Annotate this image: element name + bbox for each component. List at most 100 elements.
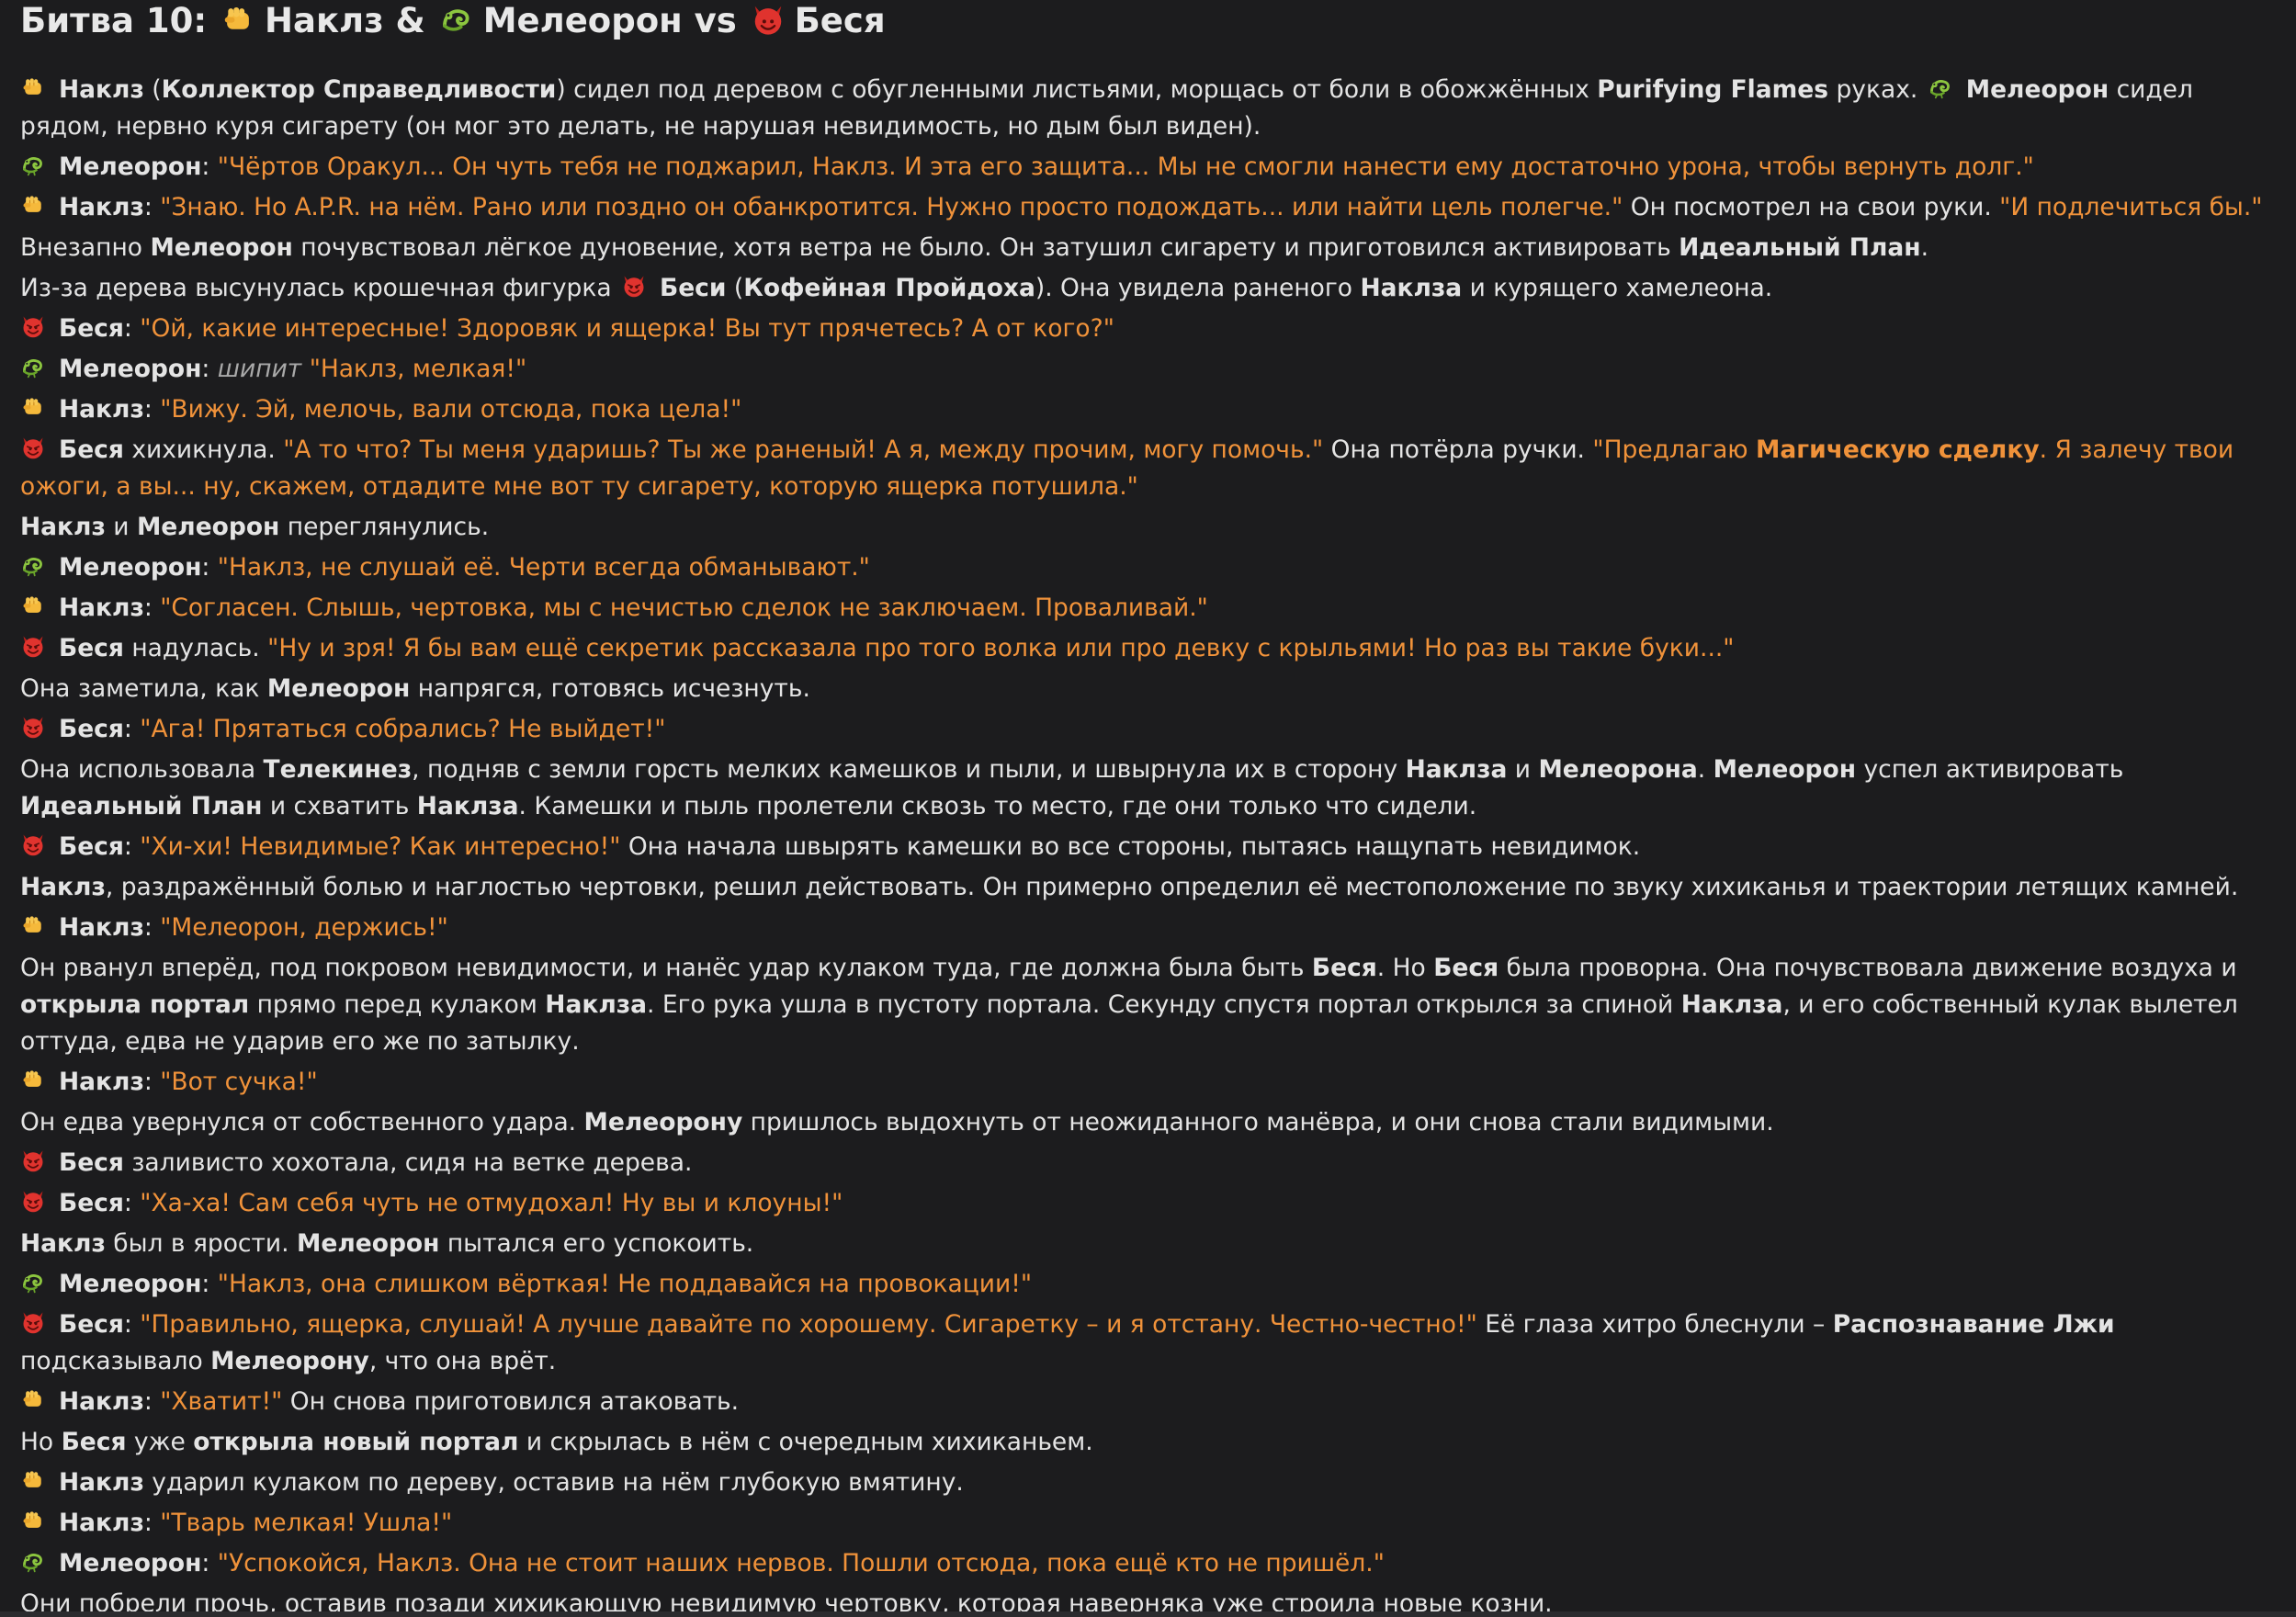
devil-icon [23,437,43,459]
narration-text: напрягся, готовясь исчезнуть. [410,674,810,703]
narration-text: : [143,193,161,221]
narration-text: . Камешки и пыль пролетели сквозь то мес… [518,792,1477,820]
dialogue-quote: "Наклз, она слишком вёрткая! Не поддавай… [217,1270,1033,1298]
bold-term: Магическую сделку [1756,435,2040,464]
dialogue-quote: "Согласен. Слышь, чертовка, мы с нечисть… [160,594,1208,622]
title-prefix: Битва 10: [20,1,220,40]
story-line: Беся: "Правильно, ящерка, слушай! А лучш… [20,1306,2280,1380]
dialogue-quote: "Наклз, не слушай её. Черти всегда обман… [217,553,870,582]
devil-icon [23,636,43,658]
bold-term: Беся [59,1189,124,1217]
bold-term: Мелеорон [59,1270,202,1298]
narration-text: ударил кулаком по дереву, оставив на нём… [143,1468,964,1497]
bold-term: Беся [59,435,124,464]
bold-term: Мелеорону [583,1108,743,1136]
narration-text: : [123,1189,141,1217]
narration-text: : [201,1549,218,1577]
story-line: Беся: "Ой, какие интересные! Здоровяк и … [20,311,2280,347]
fist-icon [23,1471,41,1487]
narration-text: , подняв с земли горсть мелких камешков … [412,755,1406,784]
narration-text: : [123,715,141,743]
narration-text: : [143,1068,161,1096]
story-line: Мелеорон: "Чёртов Оракул... Он чуть тебя… [20,149,2280,186]
bold-term: Коллектор Справедливости [161,75,557,104]
page-title: Битва 10: Наклз & Мелеорон vs Беся [20,0,2280,57]
narration-text: прямо перед кулаком [249,990,546,1019]
bold-term: Беся [1311,954,1377,982]
chameleon-icon [22,558,42,577]
bold-term: Мелеорон [59,153,202,181]
title-combatant-2: Мелеорон vs [482,1,749,40]
bold-term: Наклз [59,1068,144,1096]
narration-text: Она начала швырять камешки во все сторон… [620,832,1641,861]
bold-term: Наклз [59,1387,144,1416]
story-line: Наклз ударил кулаком по дереву, оставив … [20,1464,2280,1501]
bold-term: открыла портал [20,990,250,1019]
devil-icon [23,1312,43,1334]
document: Битва 10: Наклз & Мелеорон vs Беся Наклз [20,0,2280,1617]
dialogue-quote: "Хватит!" [160,1387,283,1416]
bold-term: Мелеорон [266,674,411,703]
dialogue-quote: "Правильно, ящерка, слушай! А лучше дава… [140,1310,1477,1339]
story-line: Беся: "Хи-хи! Невидимые? Как интересно!"… [20,829,2280,865]
narration-text: уже [126,1428,194,1456]
narration-text: . Его рука ушла в пустоту портала. Секун… [647,990,1681,1019]
story-body: Наклз (Коллектор Справедливости) сидел п… [20,72,2280,1617]
story-line: Наклз был в ярости. Мелеорон пытался его… [20,1226,2280,1262]
dialogue-quote: "Ну и зря! Я бы вам ещё секретик рассказ… [267,634,1735,662]
chameleon-icon [442,9,469,31]
narration-text: . Но [1376,954,1434,982]
bold-term: Наклза [416,792,519,820]
story-line: Наклз: "Мелеорон, держись!" [20,910,2280,946]
story-line: Она использовала Телекинез, подняв с зем… [20,752,2280,825]
story-line: Беся хихикнула. "А то что? Ты меня удари… [20,432,2280,505]
fist-icon [23,398,41,414]
bold-term: Наклз [59,193,144,221]
story-line: Наклз и Мелеорон переглянулись. [20,509,2280,546]
narration-text: был в ярости. [105,1229,298,1258]
dialogue-quote: "Мелеорон, держись!" [160,913,448,942]
narration-text: Он рванул вперёд, под покровом невидимос… [20,954,1312,982]
devil-icon [23,316,43,338]
narration-text: и схватить [262,792,417,820]
story-line: Мелеорон: шипит "Наклз, мелкая!" [20,351,2280,388]
bold-term: Наклз [20,873,106,901]
bold-term: Беся [59,314,124,343]
dialogue-quote: "Ха-ха! Сам себя чуть не отмудохал! Ну в… [140,1189,843,1217]
story-line: Она заметила, как Мелеорон напрягся, гот… [20,671,2280,707]
story-line: Наклз: "Знаю. Но A.P.R. на нём. Рано или… [20,189,2280,226]
bold-term: Беся [1433,954,1499,982]
story-line: Он едва увернулся от собственного удара.… [20,1104,2280,1141]
bold-term: Наклз [59,913,144,942]
fist-icon [23,78,41,95]
story-line: Внезапно Мелеорон почувствовал лёгкое ду… [20,230,2280,266]
bold-term: Беси [660,274,727,302]
chameleon-icon [22,359,42,379]
devil-icon [23,717,43,739]
fist-icon [23,196,41,212]
horizontal-scrollbar[interactable] [0,1611,2296,1617]
story-line: Наклз: "Согласен. Слышь, чертовка, мы с … [20,590,2280,627]
narration-text: : [123,1310,141,1339]
narration-text: Она заметила, как [20,674,267,703]
narration-text: ( [726,274,744,302]
bold-term: Беся [61,1428,127,1456]
bold-term: Мелеорон [1965,75,2109,104]
story-line: Наклз: "Тварь мелкая! Ушла!" [20,1505,2280,1542]
dialogue-quote: "Вот сучка!" [160,1068,318,1096]
narration-text: : [143,395,161,424]
dialogue-quote: "Тварь мелкая! Ушла!" [160,1509,453,1537]
narration-text: ). Она увидела раненого [1035,274,1361,302]
narration-text: подсказывало [20,1347,211,1375]
bold-term: Мелеорон [1713,755,1857,784]
story-line: Беся надулась. "Ну и зря! Я бы вам ещё с… [20,630,2280,667]
devil-icon [23,1150,43,1172]
narration-text: : [201,1270,218,1298]
chameleon-icon [1929,80,1950,99]
fist-icon [23,1390,41,1407]
story-line: Мелеорон: "Успокойся, Наклз. Она не стои… [20,1545,2280,1582]
dialogue-quote: "А то что? Ты меня ударишь? Ты же ранены… [283,435,1324,464]
bold-term: Наклза [1360,274,1463,302]
dialogue-quote: "Знаю. Но A.P.R. на нём. Рано или поздно… [160,193,1623,221]
narration-text: : [143,913,161,942]
